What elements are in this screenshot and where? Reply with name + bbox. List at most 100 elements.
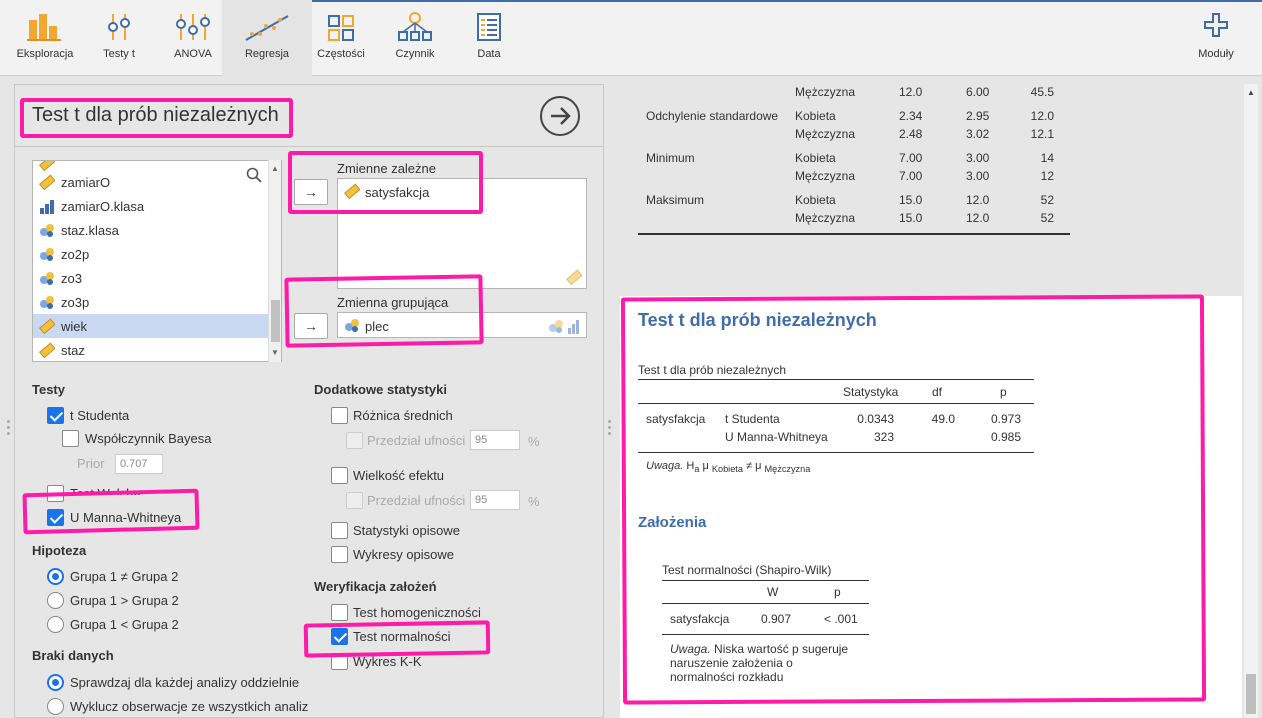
toolbar-modules[interactable]: Moduły [1186,0,1246,76]
desc-stat: Maksimum [646,193,705,207]
toolbar-label: Eksploracja [16,48,74,60]
list-item[interactable]: wiek [33,314,269,338]
ruler-icon [39,342,55,358]
nominal-circles-icon [40,248,54,261]
toolbar-exploration[interactable]: Eksploracja [10,0,80,76]
splitter-dot[interactable] [608,432,611,435]
missing-label: Sprawdzaj dla każdej analizy oddzielnie [70,675,300,690]
desc-v3: 12.0 [1030,109,1054,123]
desc-v3: 52 [1040,211,1054,225]
toolbar-factor[interactable]: Czynnik [385,0,445,76]
toolbar-label: Testy t [103,48,135,60]
toolbar-regression[interactable]: Regresja [222,0,312,76]
effect-size-checkbox[interactable] [331,467,348,484]
scroll-thumb[interactable] [1246,674,1256,714]
desc-v2: 6.00 [966,85,990,99]
toolbar-label: Częstości [317,48,365,60]
bar-chart-icon [27,14,61,41]
toolbar-frequencies[interactable]: Częstości [310,0,372,76]
student-checkbox[interactable] [47,407,64,424]
highlight-title [20,98,293,138]
desc-v1: 15.0 [899,211,923,225]
splitter-dot[interactable] [608,426,611,429]
run-analysis-button[interactable] [540,96,580,136]
list-item[interactable]: zo3 [33,266,269,290]
mean-ci-label: Przedział ufności [367,433,466,448]
list-item[interactable]: zamiarO.klasa [33,194,269,218]
mean-ci-input[interactable]: 95 [470,430,520,450]
allowed-types-icon [549,320,579,334]
splitter-dot [7,432,10,435]
descriptive-plots-checkbox[interactable] [331,546,348,563]
homogeneity-checkbox[interactable] [331,604,348,621]
desc-v1: 7.00 [899,151,923,165]
scroll-up-icon[interactable]: ▲ [271,164,279,173]
toolbar-ttests[interactable]: Testy t [89,0,149,76]
regression-icon [245,15,289,41]
toolbar-anova[interactable]: ANOVA [163,0,223,76]
highlight-mann-whitney [22,488,200,535]
hypothesis-radio-gt[interactable] [47,592,64,609]
anova-icon [176,14,210,40]
desc-group: Mężczyzna [795,169,856,183]
variable-list-scrollbar[interactable]: ▲ ▼ [268,160,281,362]
highlight-grouping [284,274,484,348]
highlight-dependent [288,151,483,214]
plus-icon [1204,13,1228,37]
nominal-circles-icon [40,296,54,309]
nominal-circles-icon [40,224,54,237]
frequencies-icon [328,15,354,41]
desc-v3: 45.5 [1030,85,1054,99]
missing-radio-each[interactable] [47,674,64,691]
descriptive-plots-label: Wykresy opisowe [353,547,455,562]
desc-group: Kobieta [795,151,836,165]
scroll-up-icon[interactable]: ▲ [1247,88,1255,97]
hypothesis-radio-neq[interactable] [47,568,64,585]
desc-v1: 12.0 [899,85,923,99]
mean-diff-checkbox[interactable] [331,407,348,424]
list-item[interactable]: staz [33,338,269,361]
results-scrollbar[interactable]: ▲ [1244,84,1258,718]
toolbar-data[interactable]: Data [463,0,515,76]
effect-size-label: Wielkość efektu [353,468,445,483]
missing-radio-all[interactable] [47,698,64,715]
missing-heading: Braki danych [32,648,114,663]
bayes-label: Współczynnik Bayesa [85,431,212,446]
scroll-thumb[interactable] [271,300,280,342]
toolbar-label: Moduły [1198,48,1234,60]
toolbar-label: Czynnik [395,48,435,60]
desc-v2: 2.95 [966,109,990,123]
splitter-dot [7,420,10,423]
variable-name: staz [61,343,85,358]
list-item[interactable]: zo2p [33,242,269,266]
effect-ci-input[interactable]: 95 [470,490,520,510]
desc-stat: Minimum [646,151,695,165]
desc-v2: 3.00 [966,169,990,183]
bayes-checkbox[interactable] [62,430,79,447]
hypothesis-radio-lt[interactable] [47,616,64,633]
toolbar-label: Data [477,48,501,60]
variable-list[interactable]: zamiarO zamiarO.klasa staz.klasa zo2p zo… [32,160,282,362]
desc-group: Kobieta [795,193,836,207]
list-item[interactable]: staz.klasa [33,218,269,242]
desc-table-bottom-rule [638,233,1070,235]
variable-name: wiek [61,319,88,334]
ruler-icon [39,318,55,334]
splitter-dot[interactable] [608,420,611,423]
desc-v2: 3.00 [966,151,990,165]
prior-input[interactable]: 0.707 [115,454,163,474]
search-icon[interactable] [246,167,262,183]
nominal-circles-icon [40,272,54,285]
effect-ci-label: Przedział ufności [367,493,466,508]
list-item[interactable]: zo3p [33,290,269,314]
tests-heading: Testy [32,382,65,397]
scroll-down-icon[interactable]: ▼ [271,348,279,357]
effect-ci-checkbox[interactable] [346,492,363,509]
list-item[interactable]: zamiarO [33,170,269,194]
missing-label: Wyklucz obserwacje ze wszystkich analiz [70,699,309,714]
desc-v2: 3.02 [966,127,990,141]
mean-ci-checkbox[interactable] [346,432,363,449]
ordinal-bars-icon [40,200,54,214]
descriptives-checkbox[interactable] [331,522,348,539]
prior-label: Prior [77,456,105,471]
